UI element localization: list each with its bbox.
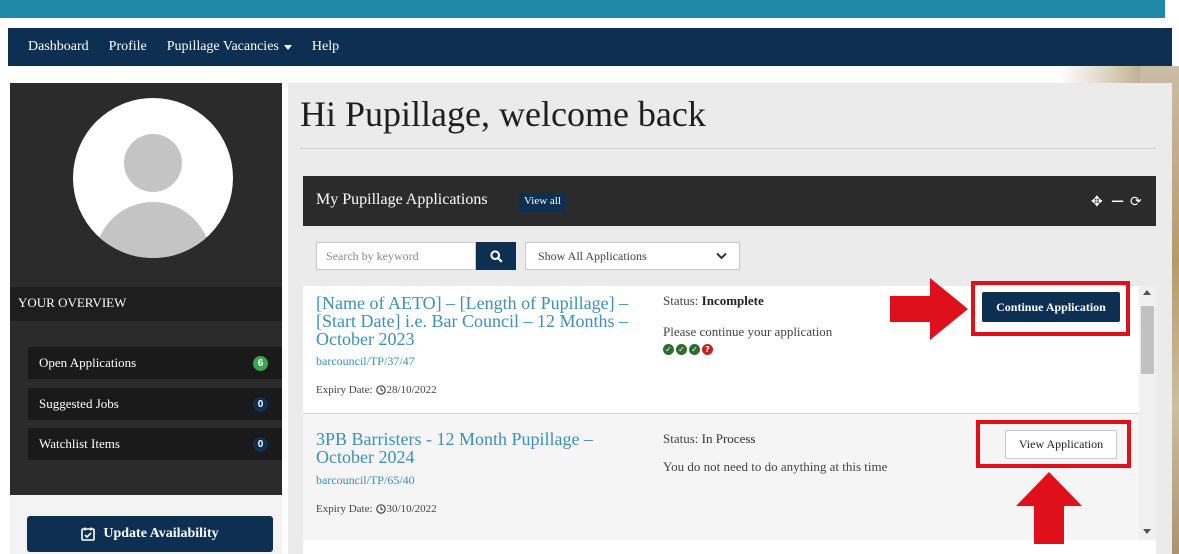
minimize-icon[interactable]: −: [1110, 191, 1125, 212]
avatar-body-shape: [95, 202, 211, 258]
status-label: Status:: [663, 431, 699, 446]
arrow-right-annotation-icon: [890, 278, 968, 340]
application-filter-select[interactable]: Show All Applications: [525, 242, 740, 270]
status-text: Status: In Process: [663, 431, 755, 447]
chevron-down-icon: [716, 252, 727, 260]
calendar-check-icon: [81, 527, 96, 541]
view-all-button[interactable]: View all: [519, 193, 566, 212]
expiry-value: 30/10/2022: [386, 503, 437, 515]
sidebar-item-open-applications[interactable]: Open Applications 6: [28, 347, 282, 379]
application-reference: barcouncil/TP/37/47: [316, 354, 415, 368]
expiry-label: Expiry Date:: [316, 503, 373, 515]
count-badge: 0: [253, 396, 268, 412]
expiry-date: Expiry Date: 28/10/2022: [316, 384, 437, 396]
status-text: Status: Incomplete: [663, 293, 764, 309]
list-scrollbar[interactable]: [1139, 286, 1156, 540]
sidebar: YOUR OVERVIEW Open Applications 6 Sugges…: [10, 83, 282, 554]
expiry-label: Expiry Date:: [316, 384, 373, 396]
view-application-button[interactable]: View Application: [1005, 430, 1117, 459]
application-title[interactable]: [Name of AETO] – [Length of Pupillage] –…: [316, 294, 646, 348]
question-circle-icon: ?: [702, 344, 713, 355]
scroll-thumb[interactable]: [1141, 306, 1154, 374]
sidebar-item-watchlist-items[interactable]: Watchlist Items 0: [28, 428, 282, 460]
application-title[interactable]: 3PB Barristers - 12 Month Pupillage – Oc…: [316, 430, 646, 466]
arrow-up-annotation-icon: [1016, 472, 1082, 544]
nav-help[interactable]: Help: [312, 39, 339, 55]
update-availability-button[interactable]: Update Availability: [27, 516, 273, 552]
count-badge: 0: [253, 436, 268, 452]
status-value: In Process: [701, 431, 756, 446]
top-accent-band: [0, 0, 1165, 18]
search-icon: [489, 249, 503, 263]
search-button[interactable]: [476, 242, 516, 270]
divider: [300, 148, 1156, 149]
nav-pupillage-vacancies-label: Pupillage Vacancies: [166, 39, 279, 54]
caret-down-icon: [283, 44, 292, 50]
search-input[interactable]: [316, 242, 476, 270]
avatar[interactable]: [73, 98, 233, 258]
sidebar-item-label: Suggested Jobs: [39, 396, 119, 411]
check-circle-icon: ✓: [676, 344, 687, 355]
nav-profile[interactable]: Profile: [109, 39, 147, 55]
scroll-up-arrow-icon[interactable]: [1143, 290, 1151, 295]
status-value: Incomplete: [701, 293, 764, 308]
expiry-date: Expiry Date: 30/10/2022: [316, 503, 437, 515]
scroll-down-arrow-icon[interactable]: [1143, 529, 1151, 534]
expiry-value: 28/10/2022: [386, 384, 437, 396]
check-circle-icon: ✓: [663, 344, 674, 355]
sidebar-item-label: Watchlist Items: [39, 436, 120, 451]
refresh-icon[interactable]: ⟳: [1130, 194, 1142, 210]
continue-application-button[interactable]: Continue Application: [982, 292, 1120, 322]
sidebar-item-label: Open Applications: [39, 355, 137, 370]
progress-steps: ✓ ✓ ✓ ?: [663, 344, 715, 355]
avatar-head-shape: [124, 134, 182, 192]
main-navbar: Dashboard Profile Pupillage Vacancies He…: [8, 28, 1172, 66]
check-circle-icon: ✓: [689, 344, 700, 355]
status-message: Please continue your application: [663, 324, 833, 339]
filter-selected-value: Show All Applications: [538, 248, 647, 263]
overview-title: YOUR OVERVIEW: [10, 287, 282, 321]
clock-icon: [375, 385, 386, 395]
page-title: Hi Pupillage, welcome back: [300, 94, 706, 134]
status-label: Status:: [663, 293, 699, 308]
nav-dashboard[interactable]: Dashboard: [28, 39, 89, 55]
panel-title: My Pupillage Applications: [316, 191, 488, 208]
move-icon[interactable]: ✥: [1091, 194, 1103, 210]
nav-pupillage-vacancies[interactable]: Pupillage Vacancies: [167, 39, 292, 55]
count-badge: 6: [253, 355, 268, 371]
clock-icon: [375, 504, 386, 514]
status-message: You do not need to do anything at this t…: [663, 459, 888, 474]
update-availability-label: Update Availability: [103, 526, 219, 541]
application-reference: barcouncil/TP/65/40: [316, 473, 415, 487]
sidebar-item-suggested-jobs[interactable]: Suggested Jobs 0: [28, 388, 282, 420]
